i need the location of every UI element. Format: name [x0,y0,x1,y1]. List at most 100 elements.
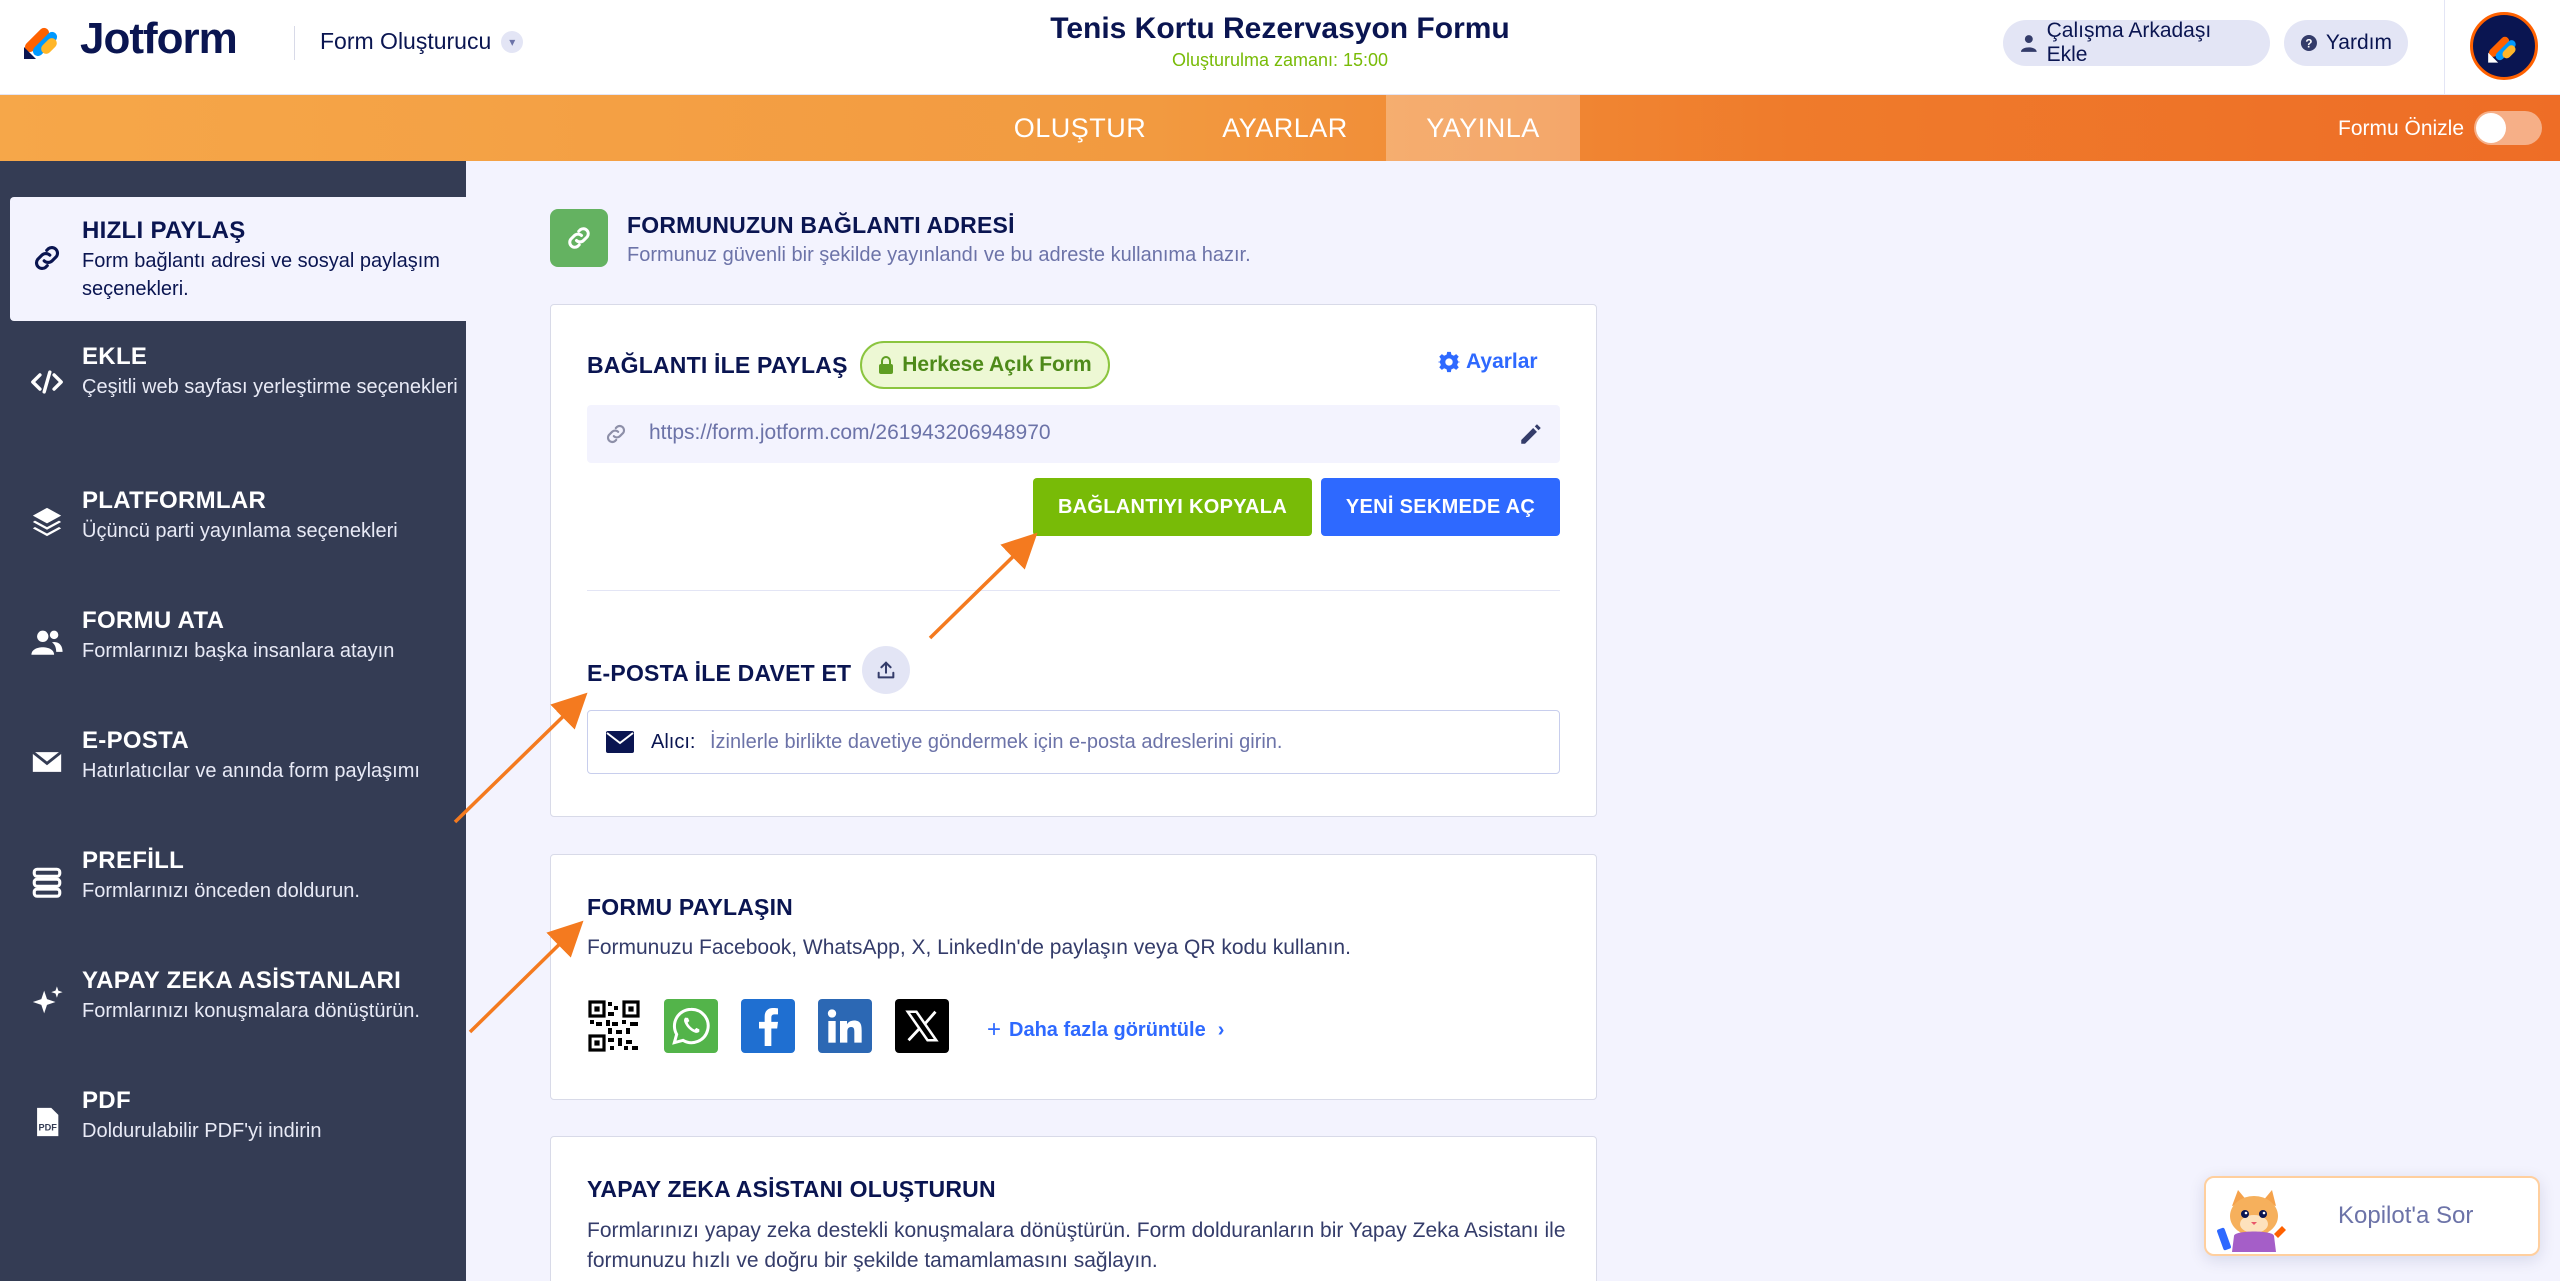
linkedin-glyph [827,1009,862,1043]
x-glyph [905,1010,939,1042]
sidebar-item-desc: Form bağlantı adresi ve sosyal paylaşım … [82,250,440,300]
pencil-icon[interactable] [1518,421,1544,447]
sidebar-item-title: EKLE [82,343,148,370]
link-icon [568,227,590,249]
ai-agent-desc: Formlarınızı yapay zeka destekli konuşma… [587,1219,1566,1272]
add-teammate-label: Çalışma Arkadaşı Ekle [2046,19,2212,66]
prefill-icon [32,867,62,898]
public-form-badge[interactable]: Herkese Açık Form [860,341,1110,389]
sparkle-icon [32,986,63,1014]
sidebar-item-title: E-POSTA [82,727,189,754]
jotform-logo-icon [24,27,58,59]
sidebar-item-pdf[interactable]: PDF PDF Doldurulabilir PDF'yi indirin [10,1087,466,1211]
link-settings-button[interactable]: Ayarlar [1438,350,1538,374]
toggle-knob [2476,113,2506,143]
envelope-icon [31,750,63,772]
sidebar-item-platforms[interactable]: PLATFORMLAR Üçüncü parti yayınlama seçen… [10,487,466,611]
gear-icon [1438,351,1460,373]
sidebar-item-desc: Üçüncü parti yayınlama seçenekleri [82,520,398,542]
link-settings-label: Ayarlar [1466,350,1538,373]
qr-code-graphic [588,1000,640,1052]
whatsapp-glyph [672,1007,710,1045]
preview-toggle[interactable] [2474,111,2542,145]
header-divider [2444,0,2445,95]
sidebar-item-ai-agents[interactable]: YAPAY ZEKA ASİSTANLARI Formlarınızı konu… [10,967,466,1091]
top-header: Jotform Form Oluşturucu ▾ Tenis Kortu Re… [0,0,2560,95]
logo-text: Jotform [80,14,238,63]
divider [587,590,1560,591]
tab-build[interactable]: OLUŞTUR [1000,95,1160,161]
help-button[interactable]: ? Yardım [2284,20,2408,66]
linkedin-icon[interactable] [818,999,872,1053]
recipient-placeholder: İzinlerle birlikte davetiye göndermek iç… [710,731,1283,753]
sidebar-item-desc: Çeşitli web sayfası yerleştirme seçenekl… [82,376,458,398]
show-more-label: Daha fazla görüntüle [1009,1018,1206,1041]
publish-sidebar: HIZLI PAYLAŞ Form bağlantı adresi ve sos… [0,161,466,1281]
copy-link-button[interactable]: BAĞLANTIYI KOPYALA [1033,478,1312,536]
link-section-desc: Formunuz güvenli bir şekilde yayınlandı … [627,244,1251,266]
link-section-icon [550,209,608,267]
pdf-icon: PDF [37,1107,59,1137]
sidebar-item-assign[interactable]: FORMU ATA Formlarınızı başka insanlara a… [10,607,466,731]
help-label: Yardım [2325,31,2392,54]
avatar-logo-icon [2488,36,2516,63]
link-icon [606,424,626,444]
x-icon[interactable] [895,999,949,1053]
tab-publish[interactable]: YAYINLA [1386,95,1580,161]
plus-icon: + [987,1016,1002,1043]
code-icon [31,370,63,394]
sidebar-item-title: PDF [82,1087,131,1114]
link-section-title: FORMUNUZUN BAĞLANTI ADRESİ [627,212,1015,238]
qr-code-icon[interactable] [587,999,641,1053]
link-icon [34,245,60,271]
public-form-label: Herkese Açık Form [902,353,1092,376]
add-teammate-button[interactable]: Çalışma Arkadaşı Ekle [2003,19,2270,66]
upload-icon [877,661,895,679]
share-form-card [550,854,1597,1100]
sidebar-item-title: FORMU ATA [82,607,225,634]
sidebar-item-desc: Formlarınızı başka insanlara atayın [82,640,395,662]
sidebar-item-embed[interactable]: EKLE Çeşitli web sayfası yerleştirme seç… [10,343,466,467]
header-divider [294,26,295,60]
open-new-tab-button[interactable]: YENİ SEKMEDE AÇ [1321,478,1560,536]
builder-label: Form Oluşturucu [320,28,492,54]
avatar[interactable] [2470,12,2538,80]
show-more-link[interactable]: + Daha fazla görüntüle › [987,1016,1224,1044]
share-form-desc: Formunuzu Facebook, WhatsApp, X, LinkedI… [587,936,1351,959]
share-link-title: BAĞLANTI İLE PAYLAŞ [587,352,848,378]
layers-icon [32,507,62,537]
sidebar-item-title: PREFİLL [82,847,185,874]
question-icon: ? [2300,34,2317,52]
share-form-title: FORMU PAYLAŞIN [587,894,793,920]
tab-settings[interactable]: AYARLAR [1200,95,1370,161]
email-invite-title: E-POSTA İLE DAVET ET [587,660,852,686]
sidebar-item-desc: Doldurulabilir PDF'yi indirin [82,1120,322,1142]
builder-navbar: OLUŞTUR AYARLAR YAYINLA Formu Önizle [0,95,2560,161]
whatsapp-icon[interactable] [664,999,718,1053]
chevron-right-icon: › [1217,1018,1225,1041]
svg-text:?: ? [2305,37,2312,50]
kopilot-label: Kopilot'a Sor [2338,1202,2474,1229]
sidebar-item-prefill[interactable]: PREFİLL Formlarınızı önceden doldurun. [10,847,466,971]
sidebar-item-title: YAPAY ZEKA ASİSTANLARI [82,967,402,994]
builder-selector[interactable]: Form Oluşturucu ▾ [320,28,524,55]
envelope-icon [606,731,634,753]
kopilot-button[interactable]: Kopilot'a Sor [2204,1176,2540,1256]
facebook-icon[interactable] [741,999,795,1053]
chevron-down-icon: ▾ [501,30,524,53]
facebook-glyph [759,1008,778,1046]
form-url-text: https://form.jotform.com/261943206948970 [649,421,1051,444]
sidebar-item-desc: Formlarınızı konuşmalara dönüştürün. [82,1000,420,1022]
sidebar-item-title: PLATFORMLAR [82,487,267,514]
ai-agent-title: YAPAY ZEKA ASİSTANI OLUŞTURUN [587,1176,996,1202]
user-icon [2020,35,2037,52]
sidebar-item-quick-share[interactable]: HIZLI PAYLAŞ Form bağlantı adresi ve sos… [10,197,466,321]
form-url-field[interactable]: https://form.jotform.com/261943206948970 [587,405,1560,463]
recipient-label: Alıcı: [651,731,696,753]
jotform-logo[interactable]: Jotform [20,14,238,64]
svg-text:PDF: PDF [39,1123,58,1133]
sidebar-item-title: HIZLI PAYLAŞ [82,217,246,244]
email-recipient-input[interactable]: Alıcı: İzinlerle birlikte davetiye gönde… [587,710,1560,774]
sidebar-item-email[interactable]: E-POSTA Hatırlatıcılar ve anında form pa… [10,727,466,851]
upload-contacts-button[interactable] [862,646,910,694]
